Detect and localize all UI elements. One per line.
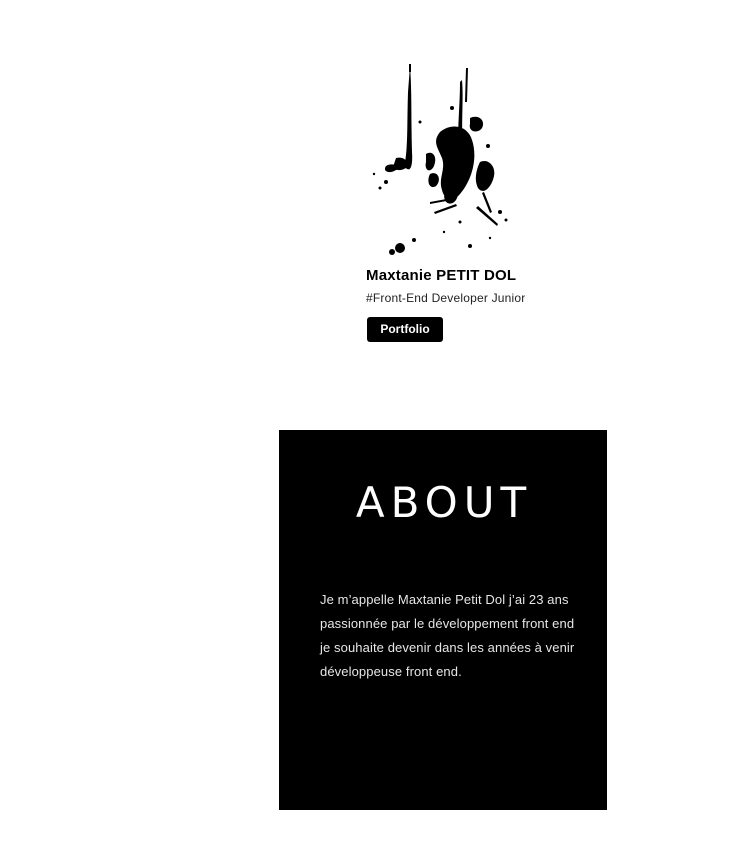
about-text: Je m’appelle Maxtanie Petit Dol j’ai 23 … xyxy=(320,588,590,684)
profile-role: #Front-End Developer Junior xyxy=(366,291,526,305)
ink-splash-image xyxy=(372,64,508,255)
about-section: ABOUT Je m’appelle Maxtanie Petit Dol j’… xyxy=(279,430,607,810)
profile-name: Maxtanie PETIT DOL xyxy=(366,267,517,284)
about-line: développeuse front end. xyxy=(320,664,462,679)
about-line: passionnée par le développement front en… xyxy=(320,616,575,631)
about-line: je souhaite devenir dans les années à ve… xyxy=(320,640,575,655)
portfolio-button[interactable]: Portfolio xyxy=(367,317,443,342)
about-line: Je m’appelle Maxtanie Petit Dol j’ai 23 … xyxy=(320,592,569,607)
about-title: ABOUT xyxy=(355,478,533,527)
